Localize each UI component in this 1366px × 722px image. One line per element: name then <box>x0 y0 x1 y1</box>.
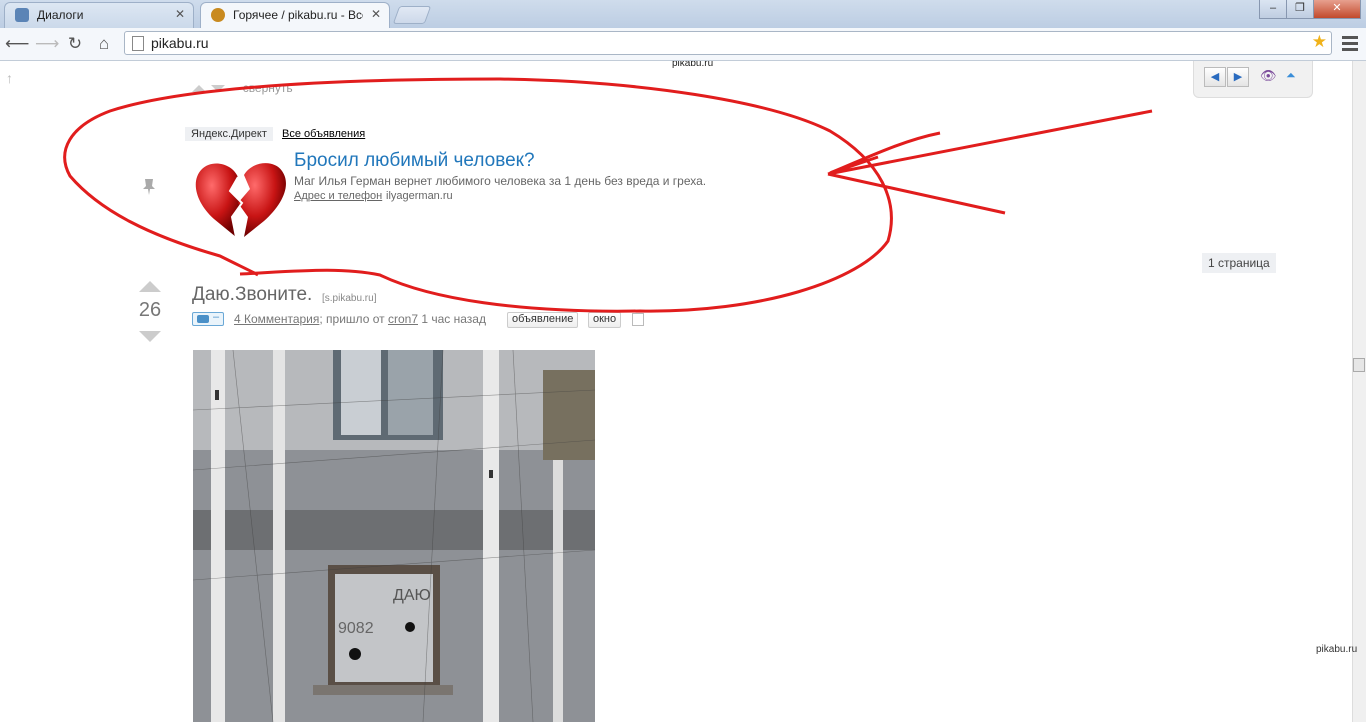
page-count-badge: 1 страница <box>1202 253 1276 273</box>
ad-title-link[interactable]: Бросил любимый человек? <box>294 150 535 172</box>
tab-label: Диалоги <box>37 8 84 22</box>
menu-icon[interactable] <box>1340 33 1360 53</box>
tab-dialogs[interactable]: Диалоги ✕ <box>4 2 194 28</box>
close-icon[interactable]: ✕ <box>371 7 381 21</box>
svg-text:ДАЮ: ДАЮ <box>393 587 431 604</box>
address-bar[interactable]: pikabu.ru ★ <box>124 31 1332 55</box>
eye-icon[interactable]: 👁 <box>1260 68 1277 84</box>
forward-icon[interactable]: ⟶ <box>35 33 59 55</box>
restore-button[interactable]: ❐ <box>1286 0 1314 19</box>
post-time: 1 час назад <box>421 312 486 326</box>
tab-pikabu[interactable]: Горячее / pikabu.ru - Все ✕ <box>200 2 390 28</box>
save-icon[interactable] <box>632 313 644 326</box>
window-close-button[interactable]: ✕ <box>1313 0 1361 19</box>
back-icon[interactable]: ⟵ <box>5 33 29 55</box>
reload-icon[interactable]: ↻ <box>64 33 86 55</box>
ad-text: Маг Илья Герман вернет любимого человека… <box>294 174 707 188</box>
post-domain: [s.pikabu.ru] <box>322 293 377 304</box>
next-arrow-icon[interactable]: ▶ <box>1227 67 1249 87</box>
url-text: pikabu.ru <box>151 35 209 51</box>
scroll-up-icon[interactable]: ⏶ <box>1286 68 1296 83</box>
tab-label: Горячее / pikabu.ru - Все <box>233 8 363 22</box>
scroll-top-arrow-icon[interactable]: ↑ <box>6 70 13 86</box>
navigation-panel: ◀ ▶ 👁 ⏶ <box>1193 61 1313 98</box>
meta-line: 4 Комментария; пришло от cron7 1 час наз… <box>234 312 486 326</box>
bookmark-star-icon[interactable]: ★ <box>1312 32 1327 52</box>
yandex-direct-tag[interactable]: Яндекс.Директ <box>185 127 273 141</box>
downvote-icon[interactable] <box>139 331 161 342</box>
message-icon <box>15 8 29 22</box>
minimize-button[interactable]: – <box>1259 0 1287 19</box>
collapse-row: свернуть <box>192 81 293 95</box>
tab-strip: Диалоги ✕ Горячее / pikabu.ru - Все ✕ – … <box>0 0 1366 28</box>
new-tab-button[interactable] <box>392 6 432 24</box>
browser-toolbar: ⟵ ⟶ ↻ ⌂ pikabu.ru ★ <box>0 28 1366 61</box>
svg-text:9082: 9082 <box>338 620 374 637</box>
from-text: ; пришло от <box>319 312 385 326</box>
watermark: pikabu.ru <box>1316 644 1358 655</box>
pikabu-icon <box>211 8 225 22</box>
all-ads-link[interactable]: Все объявления <box>282 128 365 140</box>
collapse-link[interactable]: свернуть <box>243 81 293 95</box>
broken-heart-image[interactable] <box>192 159 288 239</box>
author-link[interactable]: cron7 <box>388 312 418 326</box>
page-content: ↑ pikabu.ru свернуть ◀ ▶ 👁 ⏶ Яндекс.Дире… <box>0 61 1352 722</box>
vote-down-icon[interactable] <box>211 85 226 92</box>
site-label: pikabu.ru <box>672 61 714 69</box>
photo-badge[interactable]: – <box>192 311 224 326</box>
close-icon[interactable]: ✕ <box>175 7 185 21</box>
window-button[interactable]: окно <box>588 312 622 328</box>
ad-contact-link[interactable]: Адрес и телефон <box>294 190 382 202</box>
home-icon[interactable]: ⌂ <box>93 33 115 55</box>
pin-icon[interactable] <box>141 178 157 196</box>
scrollbar[interactable] <box>1352 61 1366 722</box>
ad-domain: ilyagerman.ru <box>386 190 453 202</box>
scrollbar-thumb[interactable] <box>1353 358 1365 372</box>
ad-button[interactable]: объявление <box>507 312 579 328</box>
post-photo[interactable]: ДАЮ 9082 <box>193 350 595 722</box>
upvote-icon[interactable] <box>139 281 161 292</box>
photo-badge-text: – <box>213 311 220 323</box>
post-title-link[interactable]: Даю.Звоните. <box>192 284 312 306</box>
post-score: 26 <box>138 299 162 321</box>
vote-up-icon[interactable] <box>192 85 206 92</box>
page-icon <box>132 36 144 51</box>
camera-icon <box>197 315 209 323</box>
comments-link[interactable]: 4 Комментария <box>234 312 319 326</box>
prev-arrow-icon[interactable]: ◀ <box>1204 67 1226 87</box>
